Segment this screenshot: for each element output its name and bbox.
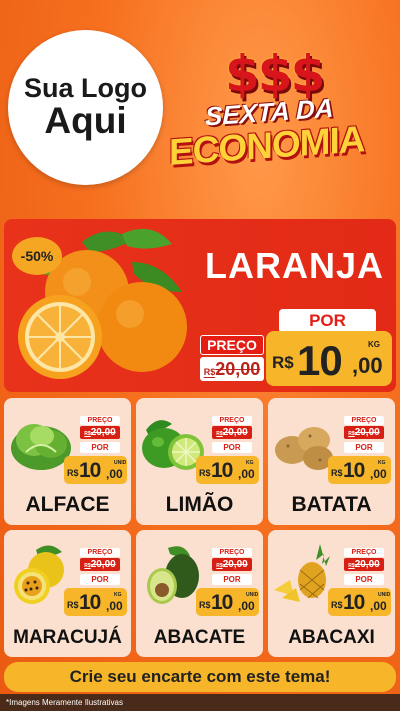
flyer-page: Sua Logo Aqui $$$ SEXTA DA ECONOMIA -50%… xyxy=(0,0,400,711)
old-value: 20,00 xyxy=(222,559,248,570)
product-card[interactable]: PREÇO R$20,00 POR R$ 10 ,00 KG LIMÃO xyxy=(136,398,263,525)
featured-old-currency: R$ xyxy=(203,367,216,377)
preco-label: PREÇO xyxy=(212,548,252,557)
unit: UNID xyxy=(246,592,259,598)
currency: R$ xyxy=(331,600,343,610)
product-name: ABACATE xyxy=(153,627,246,648)
featured-product-name: LARANJA xyxy=(205,245,385,286)
preco-label: PREÇO xyxy=(344,548,384,557)
product-card[interactable]: PREÇO R$20,00 POR R$ 10 ,00 KG MARACUJÁ xyxy=(4,530,131,657)
promo-title: $$$ SEXTA DA ECONOMIA xyxy=(165,45,395,180)
price-int: 10 xyxy=(79,591,101,614)
old-value: 20,00 xyxy=(354,427,380,438)
price-int: 10 xyxy=(211,459,233,482)
product-card[interactable]: PREÇO R$20,00 POR R$ 10 ,00 UNID ABACAXI xyxy=(268,530,395,657)
unit: KG xyxy=(378,460,386,466)
preco-label: PREÇO xyxy=(344,416,384,425)
price-int: 10 xyxy=(79,459,101,482)
product-card[interactable]: PREÇO R$20,00 POR R$ 10 ,00 UNID ABACATE xyxy=(136,530,263,657)
por-label: POR xyxy=(212,442,252,453)
featured-old-price: R$20,00 xyxy=(200,357,264,381)
unit: UNID xyxy=(114,460,127,466)
featured-price: R$ 10 ,00 KG xyxy=(266,331,392,386)
currency: R$ xyxy=(67,600,79,610)
logo-line-2: Aqui xyxy=(44,100,127,142)
price-dec: ,00 xyxy=(238,599,255,613)
por-label: POR xyxy=(344,442,384,453)
currency: R$ xyxy=(199,468,211,478)
price: R$ 10 ,00 KG xyxy=(328,456,391,484)
price-tag: PREÇO R$20,00 POR xyxy=(74,416,126,453)
price-dec: ,00 xyxy=(370,467,387,481)
old-value: 20,00 xyxy=(354,559,380,570)
price: R$ 10 ,00 UNID xyxy=(64,456,127,484)
product-name: MARACUJÁ xyxy=(13,627,122,648)
featured-old-value: 20,00 xyxy=(215,359,261,379)
price-dec: ,00 xyxy=(106,599,123,613)
featured-por-label: POR xyxy=(279,309,376,333)
preco-label: PREÇO xyxy=(212,416,252,425)
featured-price-dec: ,00 xyxy=(352,353,383,378)
currency: R$ xyxy=(67,468,79,478)
featured-unit: KG xyxy=(368,340,380,349)
price-int: 10 xyxy=(211,591,233,614)
old-value: 20,00 xyxy=(222,427,248,438)
logo-line-1: Sua Logo xyxy=(24,72,147,103)
preco-label: PREÇO xyxy=(80,548,120,557)
product-card[interactable]: PREÇO R$20,00 POR R$ 10 ,00 UNID ALFACE xyxy=(4,398,131,525)
price-tag: PREÇO R$20,00 POR xyxy=(206,548,258,585)
price: R$ 10 ,00 UNID xyxy=(196,588,259,616)
price-dec: ,00 xyxy=(370,599,387,613)
price-tag: PREÇO R$20,00 POR xyxy=(74,548,126,585)
old-price: R$20,00 xyxy=(344,558,384,571)
product-name: ALFACE xyxy=(25,493,110,516)
price: R$ 10 ,00 KG xyxy=(196,456,259,484)
por-label: POR xyxy=(80,442,120,453)
price-dec: ,00 xyxy=(238,467,255,481)
price: R$ 10 ,00 UNID xyxy=(328,588,391,616)
price-int: 10 xyxy=(343,459,365,482)
currency: R$ xyxy=(199,600,211,610)
old-price: R$20,00 xyxy=(212,558,252,571)
unit: KG xyxy=(246,460,254,466)
currency: R$ xyxy=(331,468,343,478)
preco-label: PREÇO xyxy=(80,416,120,425)
product-name: BATATA xyxy=(291,493,372,516)
price-tag: PREÇO R$20,00 POR xyxy=(338,548,390,585)
old-price: R$20,00 xyxy=(80,558,120,571)
old-price: R$20,00 xyxy=(80,426,120,439)
featured-currency: R$ xyxy=(272,353,294,372)
old-value: 20,00 xyxy=(90,427,116,438)
product-name: LIMÃO xyxy=(165,493,234,516)
price-tag: PREÇO R$20,00 POR xyxy=(206,416,258,453)
cta-banner[interactable]: Crie seu encarte com este tema! xyxy=(4,662,396,692)
por-label: POR xyxy=(344,574,384,585)
disclaimer: *Imagens Meramente Ilustrativas xyxy=(0,694,400,711)
promo-title-line-2: ECONOMIA xyxy=(169,118,365,173)
featured-preco-label: PREÇO xyxy=(200,335,264,355)
old-price: R$20,00 xyxy=(344,426,384,439)
price-tag: PREÇO R$20,00 POR xyxy=(338,416,390,453)
product-card[interactable]: PREÇO R$20,00 POR R$ 10 ,00 KG BATATA xyxy=(268,398,395,525)
por-label: POR xyxy=(212,574,252,585)
discount-badge: -50% xyxy=(12,237,62,275)
featured-price-int: 10 xyxy=(297,337,343,384)
old-value: 20,00 xyxy=(90,559,116,570)
logo-placeholder[interactable]: Sua Logo Aqui xyxy=(8,30,163,185)
por-label: POR xyxy=(80,574,120,585)
price-int: 10 xyxy=(343,591,365,614)
price-dec: ,00 xyxy=(106,467,123,481)
unit: UNID xyxy=(378,592,391,598)
price: R$ 10 ,00 KG xyxy=(64,588,127,616)
product-name: ABACAXI xyxy=(288,627,375,648)
old-price: R$20,00 xyxy=(212,426,252,439)
unit: KG xyxy=(114,592,122,598)
